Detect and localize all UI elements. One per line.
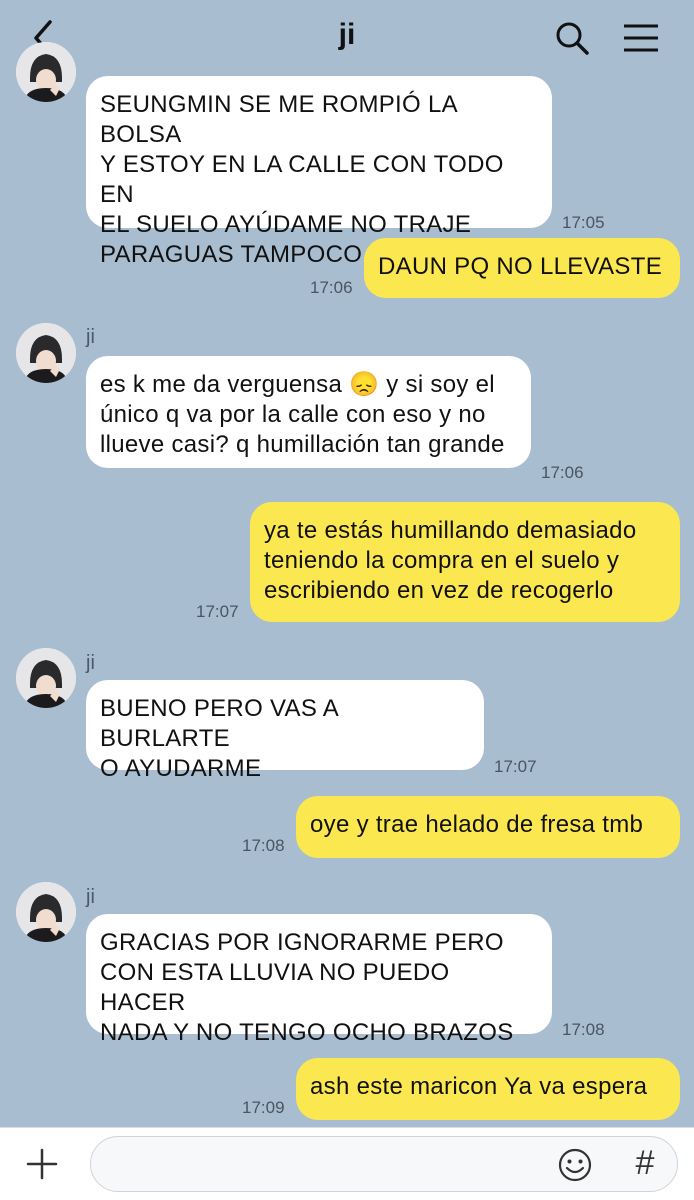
message-timestamp: 17:08 [562,1020,605,1039]
search-button[interactable] [552,18,592,58]
avatar[interactable] [16,42,76,102]
hashtag-icon: # [635,1144,655,1182]
avatar[interactable] [16,323,76,383]
avatar[interactable] [16,648,76,708]
sender-name: ji [86,652,95,674]
message-line: CON ESTA LLUVIA NO PUEDO HACER [100,959,450,1016]
message-line: DAUN PQ NO LLEVASTE [378,253,662,280]
menu-button[interactable] [620,20,662,56]
message-bubble-incoming[interactable]: GRACIAS POR IGNORARME PERO CON ESTA LLUV… [86,914,552,1046]
avatar[interactable] [16,882,76,942]
message-bubble-outgoing[interactable]: DAUN PQ NO LLEVASTE [364,238,680,298]
avatar-photo-icon [16,323,76,383]
avatar-photo-icon [16,648,76,708]
message-timestamp: 17:07 [494,757,537,776]
sender-name: ji [86,886,95,908]
message-timestamp: 17:05 [562,213,605,232]
message-line: teniendo la compra en el suelo y [264,547,620,574]
message-line: EL SUELO AYÚDAME NO TRAJE [100,211,472,238]
sender-name: ji [86,326,95,348]
message-line: ash este maricon Ya va espera [310,1073,648,1100]
message-line: es k me da verguensa 😞 y si soy el [100,371,495,398]
message-input-container: # [90,1136,678,1192]
message-timestamp: 17:06 [541,463,584,482]
message-bubble-outgoing[interactable]: oye y trae helado de fresa tmb [296,796,680,858]
message-bubble-incoming[interactable]: BUENO PERO VAS A BURLARTE O AYUDARME [86,680,484,782]
message-line: GRACIAS POR IGNORARME PERO [100,929,504,956]
message-bubble-incoming[interactable]: SEUNGMIN SE ME ROMPIÓ LA BOLSA Y ESTOY E… [86,76,552,268]
message-composer: # [0,1127,694,1200]
hamburger-menu-icon [624,24,658,52]
message-line: escribiendo en vez de recogerlo [264,577,614,604]
message-timestamp: 17:09 [242,1098,285,1117]
message-line: oye y trae helado de fresa tmb [310,811,644,838]
message-bubble-outgoing[interactable]: ya te estás humillando demasiado teniend… [250,502,680,622]
search-icon [556,22,589,55]
message-line: ya te estás humillando demasiado [264,517,637,544]
chat-screen: ji SEUNGMIN SE ME ROMPIÓ LA BOLSA Y ESTO… [0,0,694,1200]
hashtag-button[interactable]: # [625,1143,665,1183]
message-timestamp: 17:07 [196,602,239,621]
message-bubble-outgoing[interactable]: ash este maricon Ya va espera [296,1058,680,1120]
avatar-photo-icon [16,42,76,102]
avatar-photo-icon [16,882,76,942]
message-bubble-incoming[interactable]: es k me da verguensa 😞 y si soy el único… [86,356,531,468]
plus-icon [26,1148,58,1180]
message-line: Y ESTOY EN LA CALLE CON TODO EN [100,151,504,208]
chat-header: ji [0,0,694,76]
message-line: BUENO PERO VAS A BURLARTE [100,695,338,752]
emoji-button[interactable] [557,1147,593,1183]
message-line: NADA Y NO TENGO OCHO BRAZOS [100,1019,514,1046]
message-line: O AYUDARME [100,755,262,782]
message-input[interactable] [109,1147,543,1183]
message-timestamp: 17:08 [242,836,285,855]
emoji-icon [558,1148,592,1182]
message-line: único q va por la calle con eso y no [100,401,486,428]
message-timestamp: 17:06 [310,278,353,297]
message-line: SEUNGMIN SE ME ROMPIÓ LA BOLSA [100,91,457,148]
attach-button[interactable] [24,1146,60,1182]
message-line: llueve casi? q humillación tan grande [100,431,505,458]
